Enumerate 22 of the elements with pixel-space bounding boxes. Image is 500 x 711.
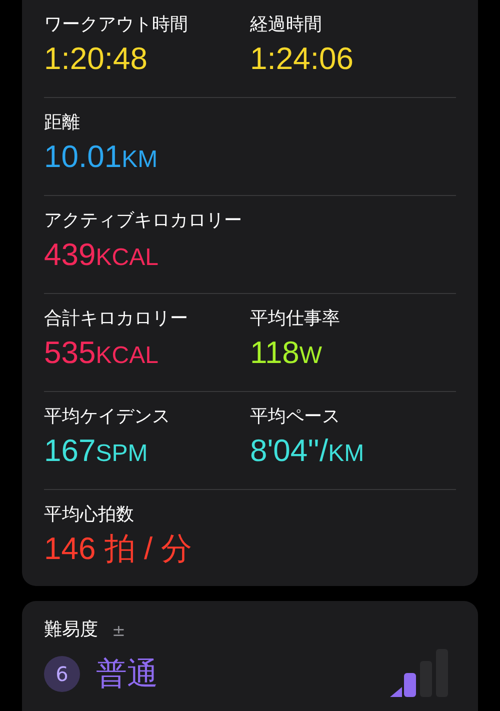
metric-value: 167SPM [44, 432, 149, 470]
metric-label: アクティブキロカロリー [44, 209, 243, 233]
metric-label: 平均ケイデンス [44, 405, 171, 429]
metric-value: 535KCAL [44, 334, 160, 372]
metric-value: 439KCAL [44, 236, 160, 274]
metric-label: 平均ペース [250, 405, 341, 429]
effort-rating: 普通 [96, 655, 159, 694]
metric-label: 合計キロカロリー [44, 307, 189, 331]
adjust-symbol: ± [112, 620, 126, 640]
metric-value: 1:24:06 [250, 40, 354, 78]
score-badge: 6 [44, 656, 80, 692]
metric-label: ワークアウト時間 [44, 13, 189, 37]
metric-label: 経過時間 [250, 13, 323, 37]
effort-title: 難易度 [44, 618, 98, 642]
metric-label: 距離 [44, 111, 81, 135]
metric-value: 146 拍 / 分 [44, 530, 194, 568]
metric-value: 1:20:48 [44, 40, 148, 78]
metric-value: 10.01KM [44, 138, 159, 176]
metric-label: 平均仕事率 [250, 307, 341, 331]
metric-value: 8'04''/KM [250, 432, 366, 470]
metric-label: 平均心拍数 [44, 503, 135, 527]
metric-value: 118W [250, 334, 324, 372]
